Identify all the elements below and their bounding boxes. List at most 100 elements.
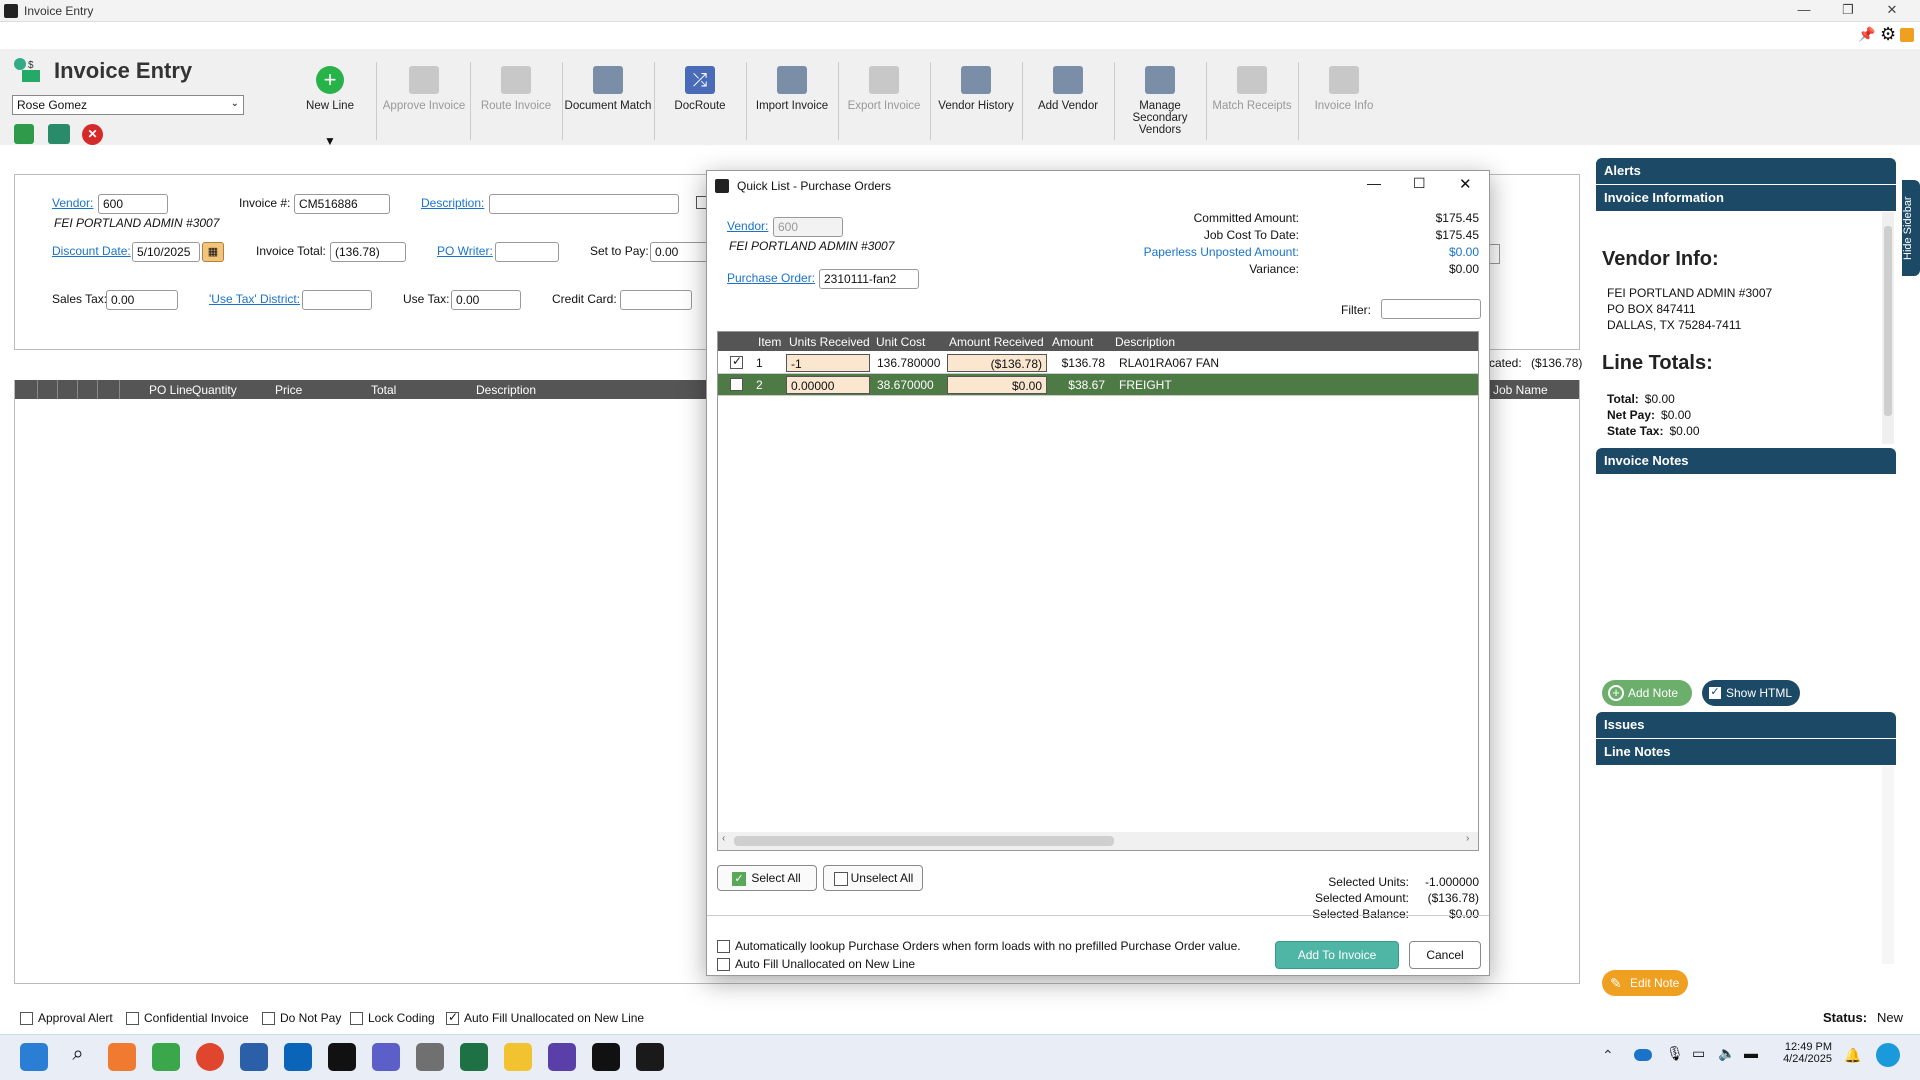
app-icon[interactable] — [592, 1043, 620, 1071]
sidebar-scrollbar[interactable] — [1882, 212, 1894, 444]
description-input[interactable] — [489, 194, 679, 214]
invoice-info-header[interactable]: Invoice Information — [1596, 185, 1896, 211]
invoice-notes-header[interactable]: Invoice Notes — [1596, 448, 1896, 474]
folder-icon[interactable] — [504, 1043, 532, 1071]
summary-label[interactable]: Paperless Unposted Amount: — [1144, 245, 1299, 259]
po-table-row[interactable]: 1 -1 136.780000 ($136.78) $136.78 RLA01RA067 … — [718, 352, 1478, 374]
assign-icon[interactable] — [48, 124, 70, 144]
minimize-icon[interactable]: — — [1784, 2, 1824, 20]
toolbar-button-match-receipts[interactable]: Match Receipts — [1206, 62, 1298, 142]
cloud-icon[interactable] — [1634, 1049, 1652, 1061]
bottom-checkbox[interactable]: Confidential Invoice — [126, 1011, 249, 1026]
display-icon[interactable]: ▭ — [1692, 1045, 1705, 1062]
toolbar-button-document-match[interactable]: Document Match — [562, 62, 654, 142]
po-link[interactable]: Purchase Order: — [727, 271, 815, 285]
new-line-dropdown-icon[interactable]: ▼ — [324, 134, 336, 148]
col-units-received[interactable]: Units Received — [789, 335, 870, 349]
chrome-icon[interactable] — [196, 1043, 224, 1071]
speaker-icon[interactable]: 🔈 — [1718, 1045, 1735, 1062]
bottom-checkbox[interactable]: Approval Alert — [20, 1011, 113, 1026]
row-checkbox-empty[interactable] — [730, 378, 743, 391]
sales-tax-input[interactable]: 0.00 — [106, 290, 178, 310]
edit-note-button[interactable]: ✎ Edit Note — [1602, 970, 1688, 996]
excel-icon[interactable] — [460, 1043, 488, 1071]
bottom-checkbox[interactable]: Auto Fill Unallocated on New Line — [446, 1010, 644, 1026]
alerts-header[interactable]: Alerts — [1596, 158, 1896, 184]
line-notes-scrollbar[interactable] — [1882, 766, 1894, 964]
po-writer-link[interactable]: PO Writer: — [437, 244, 493, 258]
toolbar-button-docroute[interactable]: ⤮ DocRoute — [654, 62, 746, 142]
invoice-no-input[interactable]: CM516886 — [294, 194, 390, 214]
po-cell-amt-recv[interactable]: ($136.78) — [947, 354, 1047, 372]
col-item[interactable]: Item — [758, 335, 781, 349]
discount-date-input[interactable]: 5/10/2025 — [132, 242, 200, 262]
use-tax-input[interactable]: 0.00 — [451, 290, 521, 310]
description-link[interactable]: Description: — [421, 196, 484, 210]
gear-icon[interactable]: ⚙ — [1880, 24, 1896, 45]
po-writer-input[interactable] — [495, 242, 559, 262]
search-icon[interactable]: ⌕ — [64, 1043, 92, 1071]
bottom-checkbox[interactable]: Lock Coding — [350, 1011, 435, 1026]
toolbar-button-add-vendor[interactable]: Add Vendor — [1022, 62, 1114, 142]
add-note-button[interactable]: + Add Note — [1602, 680, 1692, 706]
maximize-icon[interactable]: ☐ — [1413, 175, 1426, 192]
po-grid-hscrollbar[interactable]: ‹ › — [718, 832, 1478, 850]
credit-card-input[interactable] — [620, 290, 692, 310]
app-icon[interactable] — [328, 1043, 356, 1071]
save-icon[interactable] — [14, 124, 34, 144]
set-to-pay-input[interactable]: 0.00 — [650, 242, 710, 262]
chevron-up-icon[interactable]: ⌃ — [1602, 1047, 1614, 1064]
cancel-icon[interactable]: ✕ — [82, 124, 103, 145]
toolbar-button-route-invoice[interactable]: Route Invoice — [470, 62, 562, 142]
use-tax-district-link[interactable]: 'Use Tax' District: — [209, 292, 300, 306]
calculator-icon[interactable] — [416, 1043, 444, 1071]
clock[interactable]: 12:49 PM 4/24/2025 — [1770, 1041, 1832, 1065]
unselect-all-button[interactable]: Unselect All — [823, 865, 923, 891]
close-icon[interactable]: ✕ — [1459, 175, 1472, 193]
mic-icon[interactable]: 🎙 — [1666, 1045, 1684, 1062]
pin-icon[interactable]: 📌 — [1858, 26, 1875, 43]
col-description[interactable]: Description — [1115, 335, 1175, 349]
po-input[interactable]: 2310111-fan2 — [819, 269, 919, 289]
vendor-link[interactable]: Vendor: — [52, 196, 93, 210]
toolbar-button-vendor-history[interactable]: Vendor History — [930, 62, 1022, 142]
toolbar-button-invoice-info[interactable]: Invoice Info — [1298, 62, 1390, 142]
toolbar-button-import-invoice[interactable]: Import Invoice — [746, 62, 838, 142]
po-table-row[interactable]: 2 0.00000 38.670000 $0.00 $38.67 FREIGHT — [718, 374, 1478, 396]
col-price[interactable]: Price — [275, 383, 302, 397]
select-all-button[interactable]: ✓ Select All — [717, 865, 817, 891]
show-html-toggle[interactable]: ✓ Show HTML — [1702, 680, 1800, 706]
notification-icon[interactable]: 🔔 — [1844, 1047, 1861, 1064]
issues-header[interactable]: Issues — [1596, 712, 1896, 738]
outlook-icon[interactable] — [284, 1043, 312, 1071]
modal-vendor-link[interactable]: Vendor: — [727, 219, 768, 233]
calendar-icon[interactable]: ▦ — [202, 242, 224, 262]
toolbar-button-new-line[interactable]: + New Line — [284, 62, 376, 142]
toolbar-button-export-invoice[interactable]: Export Invoice — [838, 62, 930, 142]
app-icon[interactable] — [548, 1043, 576, 1071]
col-total[interactable]: Total — [371, 383, 396, 397]
row-checkbox-checked[interactable] — [730, 354, 743, 369]
app-icon[interactable] — [240, 1043, 268, 1071]
acrobat-icon[interactable] — [636, 1043, 664, 1071]
filter-input[interactable] — [1381, 299, 1481, 319]
auto-fill-checkbox[interactable]: Auto Fill Unallocated on New Line — [717, 957, 915, 972]
discount-date-link[interactable]: Discount Date: — [52, 244, 131, 258]
alert-icon[interactable] — [1900, 28, 1914, 42]
teams-icon[interactable] — [372, 1043, 400, 1071]
po-cell-units[interactable]: 0.00000 — [786, 376, 870, 394]
restore-icon[interactable]: ❐ — [1828, 2, 1868, 20]
invoice-total-input[interactable]: (136.78) — [330, 242, 406, 262]
battery-icon[interactable]: ▬ — [1744, 1045, 1758, 1061]
vendor-input[interactable]: 600 — [98, 194, 168, 214]
col-quantity[interactable]: Quantity — [192, 383, 237, 397]
start-icon[interactable] — [20, 1043, 48, 1071]
bottom-checkbox[interactable]: Do Not Pay — [262, 1011, 341, 1026]
copilot-icon[interactable] — [1876, 1043, 1900, 1067]
close-icon[interactable]: ✕ — [1872, 2, 1912, 20]
col-unit-cost[interactable]: Unit Cost — [876, 335, 925, 349]
col-amount-received[interactable]: Amount Received — [949, 335, 1044, 349]
auto-lookup-checkbox[interactable]: Automatically lookup Purchase Orders whe… — [717, 939, 1241, 954]
col-description[interactable]: Description — [476, 383, 536, 397]
add-to-invoice-button[interactable]: Add To Invoice — [1275, 941, 1399, 969]
